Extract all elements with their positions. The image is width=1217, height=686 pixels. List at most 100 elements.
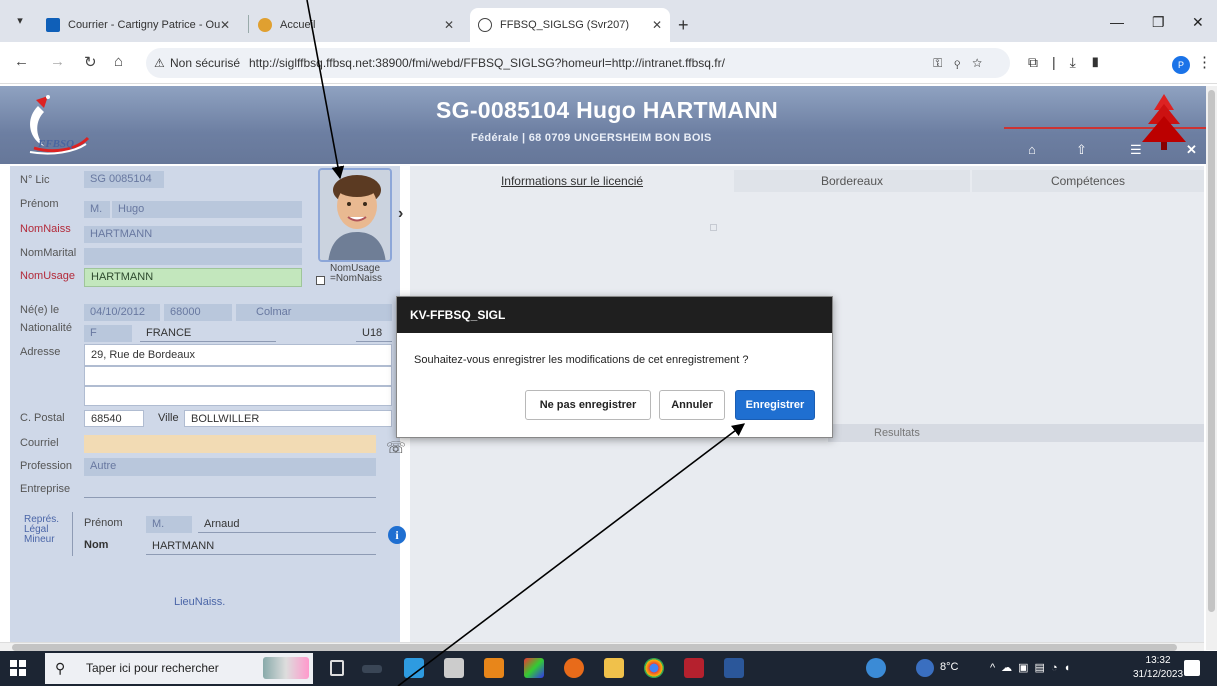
nomusage-equals-checkbox[interactable]: [316, 276, 325, 285]
minimize-button[interactable]: —: [1110, 8, 1124, 36]
app-icon-3[interactable]: [484, 658, 504, 678]
horizontal-scroll-thumb[interactable]: [12, 644, 1177, 651]
city-field[interactable]: BOLLWILLER: [184, 410, 392, 427]
word-icon[interactable]: [724, 658, 744, 678]
nomnaiss-field[interactable]: HARTMANN: [84, 226, 302, 243]
nationality-code-field[interactable]: F: [84, 325, 132, 342]
birth-postcode-field[interactable]: 68000: [164, 304, 232, 321]
email-field[interactable]: [84, 435, 376, 453]
cortana-icon[interactable]: [362, 665, 382, 673]
taskbar-search-box[interactable]: ⚲ Taper ici pour rechercher: [45, 653, 313, 684]
tab-resultats[interactable]: Resultats: [874, 424, 920, 442]
tab-informations[interactable]: Informations sur le licencié: [412, 170, 732, 192]
rep-nom-field[interactable]: HARTMANN: [146, 538, 376, 555]
tab-courrier[interactable]: Courrier - Cartigny Patrice - Ou ✕: [38, 8, 238, 42]
profile-avatar[interactable]: P: [1172, 56, 1190, 74]
app-icon-5[interactable]: [564, 658, 584, 678]
folder-icon[interactable]: [604, 658, 624, 678]
weather-temperature[interactable]: 8°C: [940, 661, 958, 673]
nlic-field[interactable]: SG 0085104: [84, 171, 164, 188]
address-line2-field[interactable]: [84, 366, 392, 386]
app-icon-1[interactable]: [404, 658, 424, 678]
reload-icon[interactable]: ↻: [84, 53, 97, 71]
nomusage-field[interactable]: HARTMANN: [84, 268, 302, 287]
cancel-button[interactable]: Annuler: [659, 390, 725, 420]
tab-search-chevron-icon[interactable]: ▾: [8, 10, 32, 32]
chevron-right-icon[interactable]: ›: [398, 205, 403, 223]
lieunaiss-link[interactable]: LieuNaiss.: [174, 596, 225, 608]
save-button[interactable]: Enregistrer: [735, 390, 815, 420]
upload-icon[interactable]: ⇧: [1076, 142, 1087, 158]
search-icon: ⚲: [55, 660, 66, 676]
empty-checkbox[interactable]: [710, 224, 717, 231]
app-icon-4[interactable]: [524, 658, 544, 678]
app-icon-2[interactable]: [444, 658, 464, 678]
intranet-icon: [258, 18, 272, 32]
tab-competences[interactable]: Compétences: [972, 170, 1204, 192]
star-icon[interactable]: ☆: [972, 56, 994, 70]
task-view-icon[interactable]: [330, 660, 344, 676]
clock-date: 31/12/2023: [1133, 669, 1184, 680]
vertical-scrollbar[interactable]: [1206, 86, 1217, 650]
weather-icon[interactable]: [916, 659, 934, 677]
close-icon[interactable]: ✕: [220, 8, 230, 42]
security-label[interactable]: Non sécurisé: [170, 48, 240, 78]
nommarital-field[interactable]: [84, 248, 302, 265]
prenom-field[interactable]: Hugo: [112, 201, 302, 218]
rep-prenom-field[interactable]: Arnaud: [198, 516, 376, 533]
entreprise-field[interactable]: [84, 481, 376, 498]
tab-ffbsq[interactable]: FFBSQ_SIGLSG (Svr207) ✕: [470, 8, 670, 42]
profession-field[interactable]: Autre: [84, 458, 376, 476]
forward-arrow-icon[interactable]: →: [50, 53, 65, 70]
warning-icon[interactable]: ⚠: [154, 48, 165, 78]
address-line3-field[interactable]: [84, 386, 392, 406]
menu-kebab-icon[interactable]: ⋮: [1197, 53, 1212, 71]
system-clock[interactable]: 13:32 31/12/2023: [1133, 654, 1183, 682]
windows-start-icon[interactable]: [10, 660, 26, 676]
nationalite-label: Nationalité: [20, 322, 72, 334]
sidepanel-icon[interactable]: ▮: [1090, 54, 1115, 70]
zoom-icon[interactable]: ⚲: [954, 56, 972, 70]
new-tab-button[interactable]: +: [678, 8, 689, 42]
list-menu-icon[interactable]: ☰: [1130, 142, 1142, 158]
back-arrow-icon[interactable]: ←: [14, 53, 29, 70]
address-bar[interactable]: ⚠ Non sécurisé http://siglffbsq.ffbsq.ne…: [146, 48, 1010, 78]
postcode-field[interactable]: 68540: [84, 410, 144, 427]
home-icon[interactable]: ⌂: [114, 53, 123, 70]
dont-save-button[interactable]: Ne pas enregistrer: [525, 390, 651, 420]
address-line1-field[interactable]: 29, Rue de Bordeaux: [84, 344, 392, 366]
window-close-button[interactable]: ✕: [1192, 8, 1204, 36]
help-icon[interactable]: [866, 658, 886, 678]
key-icon[interactable]: ⚿: [933, 56, 954, 70]
tab-accueil[interactable]: Accueil: [250, 8, 420, 42]
nationality-field[interactable]: FRANCE: [140, 325, 276, 342]
birth-date-field[interactable]: 04/10/2012: [84, 304, 160, 321]
tab-close-accueil[interactable]: ✕: [422, 8, 470, 42]
rep-civilite-field[interactable]: M.: [146, 516, 192, 533]
browser-tabstrip: ▾ Courrier - Cartigny Patrice - Ou ✕ Acc…: [0, 0, 1217, 42]
tab-bordereaux[interactable]: Bordereaux: [734, 170, 970, 192]
close-icon[interactable]: ✕: [444, 8, 454, 42]
download-icon[interactable]: ⤓: [1070, 54, 1090, 70]
licensee-photo[interactable]: [318, 168, 392, 262]
extensions-icon[interactable]: ⧉: [1028, 54, 1052, 70]
maximize-button[interactable]: ❐: [1152, 8, 1165, 36]
category-field[interactable]: U18: [356, 325, 392, 342]
notification-icon[interactable]: [1184, 660, 1200, 676]
civilite-field[interactable]: M.: [84, 201, 110, 218]
home-icon[interactable]: ⌂: [1028, 142, 1036, 157]
tray-icons[interactable]: ^☁▣▤◔◖: [990, 661, 1076, 674]
ville-label: Ville: [158, 412, 179, 424]
phone-icon[interactable]: ☏: [386, 438, 406, 458]
filezilla-icon[interactable]: [684, 658, 704, 678]
close-icon[interactable]: ✕: [652, 8, 662, 42]
url-text[interactable]: http://siglffbsq.ffbsq.net:38900/fmi/web…: [249, 48, 725, 78]
info-icon[interactable]: i: [388, 526, 406, 544]
chrome-icon[interactable]: [644, 658, 664, 678]
vertical-scroll-thumb[interactable]: [1208, 90, 1215, 612]
horizontal-scrollbar[interactable]: [0, 642, 1204, 651]
close-icon[interactable]: ✕: [1186, 142, 1197, 158]
screen: { "browser": { "tabs": [ {"title": "Cour…: [0, 0, 1217, 686]
search-placeholder[interactable]: Taper ici pour rechercher: [86, 653, 219, 684]
birth-city-field[interactable]: Colmar: [236, 304, 392, 321]
